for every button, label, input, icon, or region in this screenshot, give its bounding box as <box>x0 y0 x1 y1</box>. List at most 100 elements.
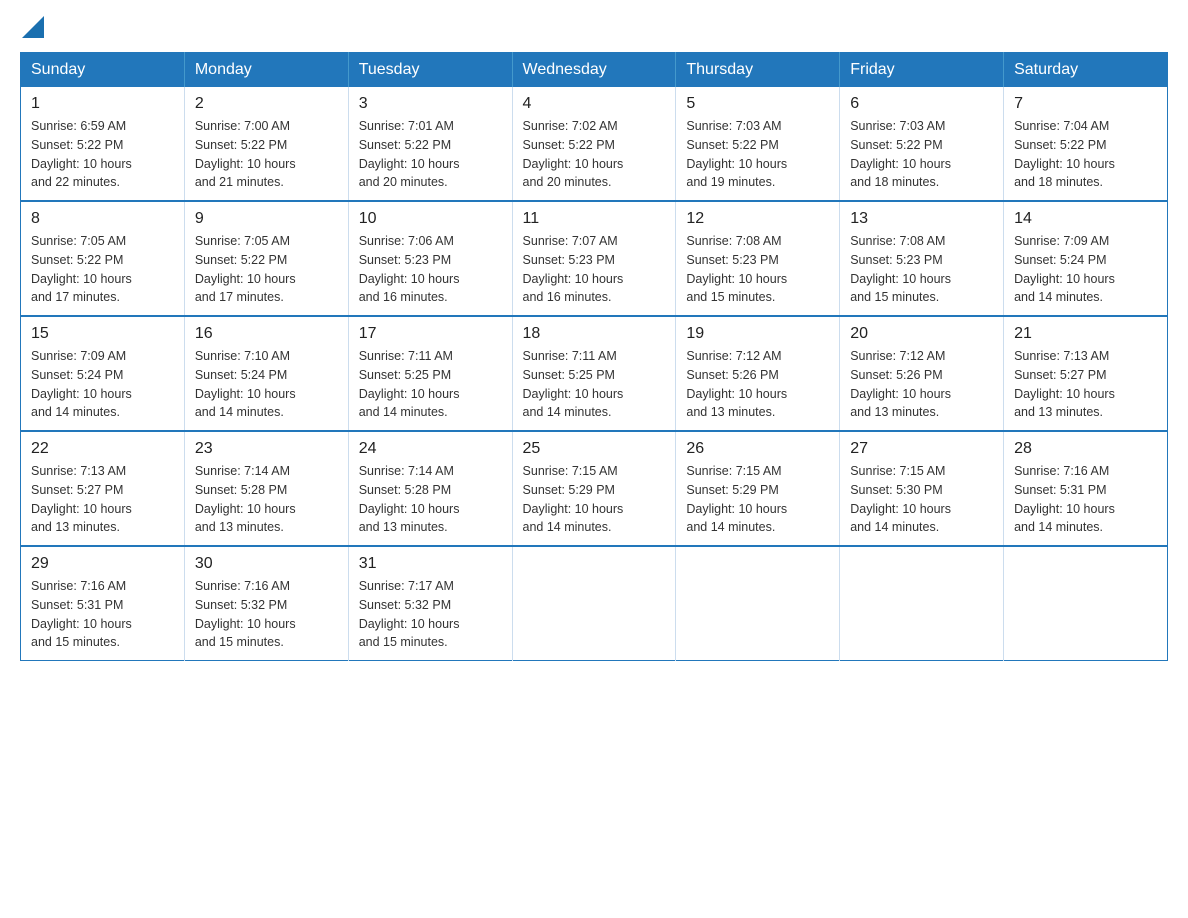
day-info: Sunrise: 7:00 AMSunset: 5:22 PMDaylight:… <box>195 117 338 192</box>
calendar-cell: 1 Sunrise: 6:59 AMSunset: 5:22 PMDaylight… <box>21 87 185 201</box>
day-info: Sunrise: 7:16 AMSunset: 5:31 PMDaylight:… <box>1014 462 1157 537</box>
day-number: 23 <box>195 440 338 458</box>
day-number: 26 <box>686 440 829 458</box>
day-number: 1 <box>31 95 174 113</box>
calendar-cell <box>512 546 676 661</box>
calendar-cell: 17 Sunrise: 7:11 AMSunset: 5:25 PMDayligh… <box>348 316 512 431</box>
day-info: Sunrise: 7:06 AMSunset: 5:23 PMDaylight:… <box>359 232 502 307</box>
day-info: Sunrise: 7:11 AMSunset: 5:25 PMDaylight:… <box>359 347 502 422</box>
week-row-4: 22 Sunrise: 7:13 AMSunset: 5:27 PMDayligh… <box>21 431 1168 546</box>
weekday-header-friday: Friday <box>840 53 1004 88</box>
day-number: 4 <box>523 95 666 113</box>
day-number: 10 <box>359 210 502 228</box>
calendar-cell: 29 Sunrise: 7:16 AMSunset: 5:31 PMDayligh… <box>21 546 185 661</box>
day-info: Sunrise: 7:08 AMSunset: 5:23 PMDaylight:… <box>850 232 993 307</box>
weekday-header-sunday: Sunday <box>21 53 185 88</box>
day-number: 25 <box>523 440 666 458</box>
day-info: Sunrise: 7:15 AMSunset: 5:29 PMDaylight:… <box>686 462 829 537</box>
day-number: 3 <box>359 95 502 113</box>
day-number: 29 <box>31 555 174 573</box>
calendar-cell: 13 Sunrise: 7:08 AMSunset: 5:23 PMDayligh… <box>840 201 1004 316</box>
day-number: 22 <box>31 440 174 458</box>
calendar-cell: 23 Sunrise: 7:14 AMSunset: 5:28 PMDayligh… <box>184 431 348 546</box>
week-row-3: 15Sunrise: 7:09 AMSunset: 5:24 PMDayligh… <box>21 316 1168 431</box>
calendar-cell: 7 Sunrise: 7:04 AMSunset: 5:22 PMDaylight… <box>1004 87 1168 201</box>
weekday-header-tuesday: Tuesday <box>348 53 512 88</box>
day-info: Sunrise: 7:04 AMSunset: 5:22 PMDaylight:… <box>1014 117 1157 192</box>
day-number: 8 <box>31 210 174 228</box>
day-info: Sunrise: 7:15 AMSunset: 5:30 PMDaylight:… <box>850 462 993 537</box>
day-number: 20 <box>850 325 993 343</box>
day-number: 5 <box>686 95 829 113</box>
calendar-table: SundayMondayTuesdayWednesdayThursdayFrid… <box>20 52 1168 661</box>
calendar-cell: 25 Sunrise: 7:15 AMSunset: 5:29 PMDayligh… <box>512 431 676 546</box>
day-info: Sunrise: 7:16 AMSunset: 5:32 PMDaylight:… <box>195 577 338 652</box>
day-info: Sunrise: 7:17 AMSunset: 5:32 PMDaylight:… <box>359 577 502 652</box>
day-number: 19 <box>686 325 829 343</box>
day-number: 24 <box>359 440 502 458</box>
day-info: Sunrise: 7:11 AMSunset: 5:25 PMDaylight:… <box>523 347 666 422</box>
calendar-cell: 18 Sunrise: 7:11 AMSunset: 5:25 PMDayligh… <box>512 316 676 431</box>
day-info: Sunrise: 7:08 AMSunset: 5:23 PMDaylight:… <box>686 232 829 307</box>
day-number: 31 <box>359 555 502 573</box>
calendar-cell <box>840 546 1004 661</box>
weekday-header-wednesday: Wednesday <box>512 53 676 88</box>
calendar-cell: 11Sunrise: 7:07 AMSunset: 5:23 PMDayligh… <box>512 201 676 316</box>
calendar-cell: 10 Sunrise: 7:06 AMSunset: 5:23 PMDayligh… <box>348 201 512 316</box>
calendar-cell: 19 Sunrise: 7:12 AMSunset: 5:26 PMDayligh… <box>676 316 840 431</box>
day-number: 16 <box>195 325 338 343</box>
day-info: Sunrise: 7:01 AMSunset: 5:22 PMDaylight:… <box>359 117 502 192</box>
day-info: Sunrise: 7:12 AMSunset: 5:26 PMDaylight:… <box>850 347 993 422</box>
calendar-cell: 5Sunrise: 7:03 AMSunset: 5:22 PMDaylight… <box>676 87 840 201</box>
day-number: 6 <box>850 95 993 113</box>
day-number: 30 <box>195 555 338 573</box>
day-number: 7 <box>1014 95 1157 113</box>
day-info: Sunrise: 6:59 AMSunset: 5:22 PMDaylight:… <box>31 117 174 192</box>
calendar-cell <box>1004 546 1168 661</box>
day-number: 28 <box>1014 440 1157 458</box>
day-info: Sunrise: 7:14 AMSunset: 5:28 PMDaylight:… <box>359 462 502 537</box>
day-number: 2 <box>195 95 338 113</box>
calendar-cell: 22 Sunrise: 7:13 AMSunset: 5:27 PMDayligh… <box>21 431 185 546</box>
day-number: 13 <box>850 210 993 228</box>
day-number: 17 <box>359 325 502 343</box>
day-number: 9 <box>195 210 338 228</box>
day-info: Sunrise: 7:13 AMSunset: 5:27 PMDaylight:… <box>1014 347 1157 422</box>
day-info: Sunrise: 7:10 AMSunset: 5:24 PMDaylight:… <box>195 347 338 422</box>
day-number: 18 <box>523 325 666 343</box>
calendar-cell: 31 Sunrise: 7:17 AMSunset: 5:32 PMDayligh… <box>348 546 512 661</box>
calendar-cell: 8 Sunrise: 7:05 AMSunset: 5:22 PMDaylight… <box>21 201 185 316</box>
page-header <box>20 20 1168 32</box>
week-row-5: 29 Sunrise: 7:16 AMSunset: 5:31 PMDayligh… <box>21 546 1168 661</box>
day-number: 11 <box>523 210 666 228</box>
day-info: Sunrise: 7:05 AMSunset: 5:22 PMDaylight:… <box>31 232 174 307</box>
day-info: Sunrise: 7:05 AMSunset: 5:22 PMDaylight:… <box>195 232 338 307</box>
calendar-cell: 28 Sunrise: 7:16 AMSunset: 5:31 PMDayligh… <box>1004 431 1168 546</box>
day-number: 21 <box>1014 325 1157 343</box>
calendar-cell: 16 Sunrise: 7:10 AMSunset: 5:24 PMDayligh… <box>184 316 348 431</box>
day-info: Sunrise: 7:14 AMSunset: 5:28 PMDaylight:… <box>195 462 338 537</box>
calendar-cell <box>676 546 840 661</box>
day-info: Sunrise: 7:13 AMSunset: 5:27 PMDaylight:… <box>31 462 174 537</box>
day-info: Sunrise: 7:15 AMSunset: 5:29 PMDaylight:… <box>523 462 666 537</box>
day-number: 15 <box>31 325 174 343</box>
weekday-header-thursday: Thursday <box>676 53 840 88</box>
logo <box>20 20 44 32</box>
day-info: Sunrise: 7:12 AMSunset: 5:26 PMDaylight:… <box>686 347 829 422</box>
calendar-cell: 2 Sunrise: 7:00 AMSunset: 5:22 PMDaylight… <box>184 87 348 201</box>
calendar-cell: 6 Sunrise: 7:03 AMSunset: 5:22 PMDaylight… <box>840 87 1004 201</box>
day-number: 14 <box>1014 210 1157 228</box>
weekday-header-row: SundayMondayTuesdayWednesdayThursdayFrid… <box>21 53 1168 88</box>
calendar-cell: 30 Sunrise: 7:16 AMSunset: 5:32 PMDayligh… <box>184 546 348 661</box>
calendar-cell: 9 Sunrise: 7:05 AMSunset: 5:22 PMDaylight… <box>184 201 348 316</box>
day-info: Sunrise: 7:02 AMSunset: 5:22 PMDaylight:… <box>523 117 666 192</box>
calendar-cell: 27 Sunrise: 7:15 AMSunset: 5:30 PMDayligh… <box>840 431 1004 546</box>
calendar-cell: 26 Sunrise: 7:15 AMSunset: 5:29 PMDayligh… <box>676 431 840 546</box>
calendar-cell: 3 Sunrise: 7:01 AMSunset: 5:22 PMDaylight… <box>348 87 512 201</box>
day-number: 27 <box>850 440 993 458</box>
calendar-cell: 21 Sunrise: 7:13 AMSunset: 5:27 PMDayligh… <box>1004 316 1168 431</box>
day-info: Sunrise: 7:03 AMSunset: 5:22 PMDaylight:… <box>850 117 993 192</box>
week-row-1: 1 Sunrise: 6:59 AMSunset: 5:22 PMDaylight… <box>21 87 1168 201</box>
day-info: Sunrise: 7:16 AMSunset: 5:31 PMDaylight:… <box>31 577 174 652</box>
week-row-2: 8 Sunrise: 7:05 AMSunset: 5:22 PMDaylight… <box>21 201 1168 316</box>
